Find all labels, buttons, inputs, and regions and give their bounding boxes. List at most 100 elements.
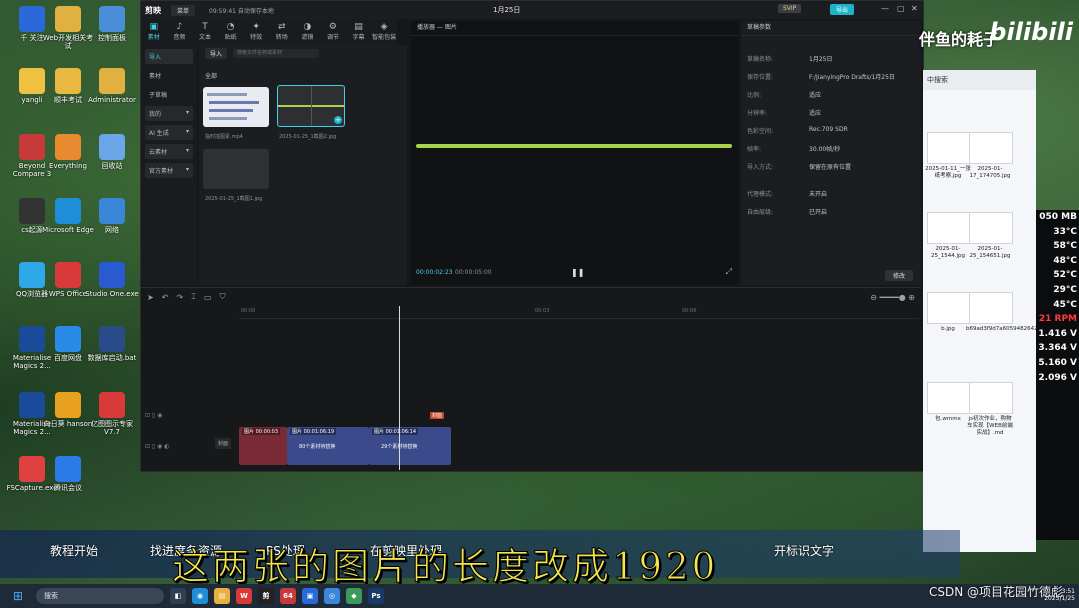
track-header-lock-icons[interactable]: ⊡ ▯ ◉ <box>145 412 162 419</box>
desktop-icon-label: 网络 <box>105 226 119 234</box>
maximize-icon[interactable]: ▢ <box>897 4 905 13</box>
property-key: 代理模式: <box>747 191 774 198</box>
media-thumb-image[interactable] <box>203 149 269 189</box>
desktop-icon[interactable]: 亿图图示专家V7.7 <box>84 392 140 436</box>
nav-item[interactable]: 我的 ▾ <box>145 106 193 121</box>
svip-button[interactable]: SVIP <box>778 4 802 13</box>
pause-icon[interactable]: ❚❚ <box>571 268 584 277</box>
split-icon[interactable]: ⌶ <box>191 292 196 302</box>
delete-icon[interactable]: ▭ <box>204 293 212 302</box>
chapter-segment[interactable]: 教程开始 <box>50 542 98 559</box>
toolbar-tab[interactable]: ◈ 智能包装 <box>371 19 397 45</box>
taskbar-app-icon[interactable]: Ps <box>368 588 384 604</box>
shield-icon[interactable]: ⛉ <box>219 292 225 302</box>
cover-label[interactable]: 封面 <box>430 412 445 419</box>
app-icon <box>99 6 125 32</box>
taskbar-app-icon[interactable]: ◉ <box>192 588 208 604</box>
track-header-main[interactable]: ⊡ ▯ ◉ ◐ <box>145 443 170 450</box>
toolbar-tab[interactable]: ◑ 滤镜 <box>295 19 321 45</box>
nav-item[interactable]: 官方素材 ▾ <box>145 163 193 178</box>
export-button[interactable]: 导出 <box>830 4 855 15</box>
desktop-icon[interactable]: 数据库启动.bat <box>84 326 140 362</box>
toolbar-tab[interactable]: ▤ 字幕 <box>346 19 372 45</box>
windows-start-icon[interactable]: ⊞ <box>8 589 28 603</box>
timeline-clip[interactable]: 图片 00:01:06:19 80个素材待替换 <box>287 427 369 465</box>
nav-item[interactable]: 子草稿 <box>145 87 193 102</box>
minimize-icon[interactable]: — <box>881 4 889 13</box>
app-icon <box>99 326 125 352</box>
desktop-icon[interactable]: 回收站 <box>84 134 140 170</box>
chapter-segment[interactable]: 开标识文字 <box>774 542 834 559</box>
taskbar-app-icon[interactable]: ◎ <box>324 588 340 604</box>
taskbar-app-icon[interactable]: W <box>236 588 252 604</box>
zoom-slider[interactable]: ⊖ ━━━━● ⊕ <box>870 293 915 302</box>
toolbar-tab[interactable]: ✦ 特效 <box>243 19 269 45</box>
property-row: 色彩空间: Rec.709 SDR <box>747 126 917 135</box>
taskbar-app-icon[interactable]: ◆ <box>346 588 362 604</box>
property-value: 已开启 <box>809 209 828 216</box>
property-row: 导入方式: 保留在原有位置 <box>747 162 917 171</box>
taskbar-app-icon[interactable]: ▣ <box>302 588 318 604</box>
toolbar-tab[interactable]: ♪ 音频 <box>167 19 193 45</box>
toolbar-tab-label: 特效 <box>250 34 263 41</box>
taskbar-app-icon[interactable]: ◧ <box>170 588 186 604</box>
toolbar-tab-label: 字幕 <box>352 34 365 41</box>
fullscreen-icon[interactable]: ⤢ <box>726 267 732 277</box>
desktop-icon[interactable]: 控制面板 <box>84 6 140 42</box>
toolbar-tab-label: 贴纸 <box>224 34 237 41</box>
file-thumbnail[interactable] <box>969 132 1013 164</box>
nav-item[interactable]: 导入 <box>145 49 193 64</box>
file-thumbnail[interactable] <box>927 292 971 324</box>
toolbar-tab-icon: ✦ <box>252 22 260 32</box>
player-title: 播放器 — 图片 <box>411 21 738 36</box>
taskbar-search[interactable]: 搜索 <box>36 588 164 604</box>
nav-item[interactable]: 素材 <box>145 68 193 83</box>
toolbar-tab[interactable]: ▣ 素材 <box>141 19 167 45</box>
cover-thumb-label[interactable]: 封面 <box>215 438 232 449</box>
file-thumbnail[interactable] <box>927 382 971 414</box>
timeline-clip[interactable]: 图片 00:01:06:1429个素材待替换 <box>369 427 451 465</box>
timeline-clip[interactable]: 图片 00:00:03 <box>239 427 287 465</box>
import-button[interactable]: 导入 <box>205 47 228 59</box>
playhead[interactable] <box>399 306 400 470</box>
file-thumbnail[interactable] <box>927 132 971 164</box>
redo-icon[interactable]: ↷ <box>176 293 183 302</box>
add-to-track-icon[interactable]: + <box>334 116 342 124</box>
file-thumbnail[interactable] <box>927 212 971 244</box>
desktop-icon[interactable]: Studio One.exe <box>84 262 140 298</box>
undo-icon[interactable]: ↶ <box>162 293 169 302</box>
taskbar-app-icon[interactable]: 64 <box>280 588 296 604</box>
nav-item[interactable]: 云素材 ▾ <box>145 144 193 159</box>
app-logo: 剪映 <box>145 5 161 15</box>
media-thumb-image-selected[interactable]: + <box>277 85 345 127</box>
taskbar-app-icon[interactable]: 剪 <box>258 588 274 604</box>
nav-item[interactable]: AI 生成 ▾ <box>145 125 193 140</box>
property-value: 30.00帧/秒 <box>809 146 841 153</box>
menu-button[interactable]: 菜单 <box>171 4 196 16</box>
toolbar-tab-icon: ⚙ <box>328 22 337 32</box>
toolbar-tab-icon: ◑ <box>303 22 312 32</box>
toolbar-tab[interactable]: ⚙ 调节 <box>320 19 346 45</box>
desktop-icon[interactable]: 网络 <box>84 198 140 234</box>
taskbar-app-icon[interactable]: ▤ <box>214 588 230 604</box>
desktop-icon[interactable]: 腾讯会议 <box>40 456 96 492</box>
toolbar-tab[interactable]: ⇄ 转场 <box>269 19 295 45</box>
media-search-input[interactable]: 搜索文件名称或素材 <box>233 48 320 58</box>
app-icon <box>99 68 125 94</box>
file-thumbnail[interactable] <box>969 212 1013 244</box>
file-thumbnail[interactable] <box>969 292 1013 324</box>
chevron-down-icon: ▾ <box>185 166 189 173</box>
desktop-icon[interactable]: Administrator <box>84 68 140 104</box>
file-thumbnail[interactable] <box>969 382 1013 414</box>
modify-button[interactable]: 修改 <box>884 270 913 281</box>
toolbar-tab[interactable]: T 文本 <box>192 19 218 45</box>
close-icon[interactable]: ✕ <box>911 4 918 13</box>
select-tool-icon[interactable]: ➤ <box>147 293 154 302</box>
toolbar-tab[interactable]: ◔ 贴纸 <box>218 19 244 45</box>
toolbar-tab-icon: ♪ <box>176 22 183 32</box>
bilibili-logo: bilibili <box>989 18 1073 46</box>
filter-all-label[interactable]: 全部 <box>205 71 217 80</box>
property-value: 1月25日 <box>809 56 833 63</box>
media-thumb-video[interactable] <box>203 87 269 127</box>
property-row: 草稿名称: 1月25日 <box>747 54 917 63</box>
